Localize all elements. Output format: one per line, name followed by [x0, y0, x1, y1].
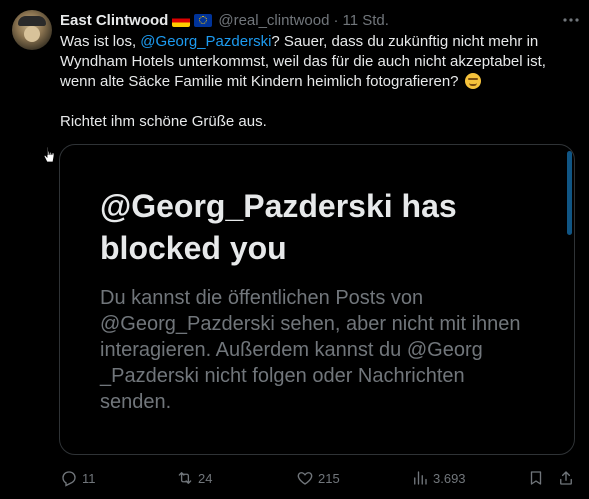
reply-count: 11: [82, 470, 96, 486]
eu-flag-icon: [194, 13, 213, 27]
share-icon: [560, 471, 572, 485]
smirking-face-emoji-icon: [464, 73, 481, 89]
post-text-part-1: Was ist los,: [60, 33, 141, 50]
views-chart-icon: [414, 471, 427, 485]
more-icon[interactable]: [562, 11, 580, 29]
post-header: East Clintwood @real_clintwood · 11 Std.: [60, 10, 389, 30]
post-paragraph-1: Was ist los, @Georg_Pazderski? Sauer, da…: [60, 32, 575, 92]
view-count: 3.693: [433, 470, 466, 486]
reply-icon: [62, 471, 76, 487]
card-scrollbar[interactable]: [567, 151, 572, 235]
bookmark-button[interactable]: [527, 466, 549, 490]
post-time[interactable]: 11 Std.: [342, 12, 388, 29]
mouse-cursor-icon: [43, 146, 55, 163]
views-button[interactable]: 3.693: [411, 466, 466, 490]
bookmark-icon: [530, 471, 542, 485]
avatar[interactable]: [12, 10, 52, 50]
repost-button[interactable]: 24: [176, 466, 212, 490]
author-handle[interactable]: @real_clintwood: [218, 12, 329, 29]
post[interactable]: East Clintwood @real_clintwood · 11 Std.…: [0, 0, 589, 499]
avatar-hat-shape: [18, 16, 46, 26]
card-title: @Georg_Pazderski has blocked you: [100, 188, 457, 266]
action-bar: 11 24 215 3.693: [60, 466, 575, 490]
mention-link[interactable]: @Georg_Pazderski: [140, 33, 271, 50]
like-count: 215: [318, 470, 340, 486]
post-paragraph-2: Richtet ihm schöne Grüße aus.: [60, 113, 267, 130]
share-button[interactable]: [557, 466, 579, 490]
blocked-media-card[interactable]: @Georg_Pazderski has blocked you Du kann…: [59, 144, 575, 455]
like-button[interactable]: 215: [296, 466, 340, 490]
repost-icon: [178, 472, 192, 484]
germany-flag-icon: [172, 13, 191, 27]
repost-count: 24: [198, 470, 213, 486]
avatar-face-shape: [24, 26, 40, 42]
card-body: Du kannst die öffentlichen Posts von @Ge…: [100, 287, 521, 413]
heart-icon: [297, 472, 313, 485]
author-name[interactable]: East Clintwood: [60, 12, 168, 29]
reply-button[interactable]: 11: [60, 466, 96, 490]
post-text: Was ist los, @Georg_Pazderski? Sauer, da…: [60, 32, 575, 132]
separator-dot: ·: [333, 11, 339, 29]
